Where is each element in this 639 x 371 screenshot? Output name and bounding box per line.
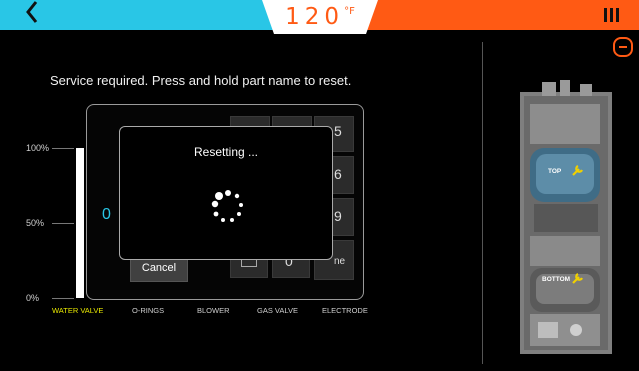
wrench-icon <box>572 273 583 284</box>
keypad-digit: 9 <box>334 208 342 224</box>
modal-title: Resetting ... <box>193 145 259 159</box>
loading-spinner-icon <box>211 190 243 222</box>
entry-value: 0 <box>102 206 111 223</box>
bar-water-valve[interactable] <box>76 148 84 298</box>
y-tick-line-0 <box>52 298 74 299</box>
y-tick-line-50 <box>52 223 74 224</box>
temperature-display: 120°F <box>262 0 378 34</box>
minus-circle-icon <box>613 37 633 57</box>
panel-divider <box>482 42 483 364</box>
keypad-digit: 6 <box>334 166 342 182</box>
wrench-icon <box>572 165 583 176</box>
y-tick-50: 50% <box>26 218 45 228</box>
back-button[interactable] <box>20 0 48 26</box>
top-tank-label: TOP <box>548 168 562 175</box>
done-key-label: ne <box>334 256 346 267</box>
chevron-left-icon <box>26 1 38 23</box>
minus-button[interactable] <box>612 36 634 58</box>
menu-button[interactable] <box>596 3 626 25</box>
y-tick-0: 0% <box>26 293 40 303</box>
bottom-tank-label: BOTTOM <box>542 276 571 283</box>
resetting-modal: Resetting ... <box>119 126 333 260</box>
x-label-blower[interactable]: BLOWER <box>197 306 230 315</box>
y-tick-line-100 <box>52 148 74 149</box>
heater-diagram: TOP BOTTOM <box>520 76 612 354</box>
x-label-electrode[interactable]: ELECTRODE <box>322 306 368 315</box>
temperature-value: 120 <box>285 4 345 30</box>
x-label-gas-valve[interactable]: GAS VALVE <box>257 306 298 315</box>
y-tick-100: 100% <box>26 143 50 153</box>
top-right-band <box>340 0 639 30</box>
x-label-o-rings[interactable]: O-RINGS <box>132 306 164 315</box>
instruction-text: Service required. Press and hold part na… <box>50 73 352 88</box>
keypad-digit: 5 <box>334 123 342 139</box>
menu-icon <box>604 8 619 22</box>
x-label-water-valve[interactable]: WATER VALVE <box>52 306 103 315</box>
top-bar: 120°F <box>0 0 639 34</box>
temperature-unit: °F <box>344 6 355 17</box>
